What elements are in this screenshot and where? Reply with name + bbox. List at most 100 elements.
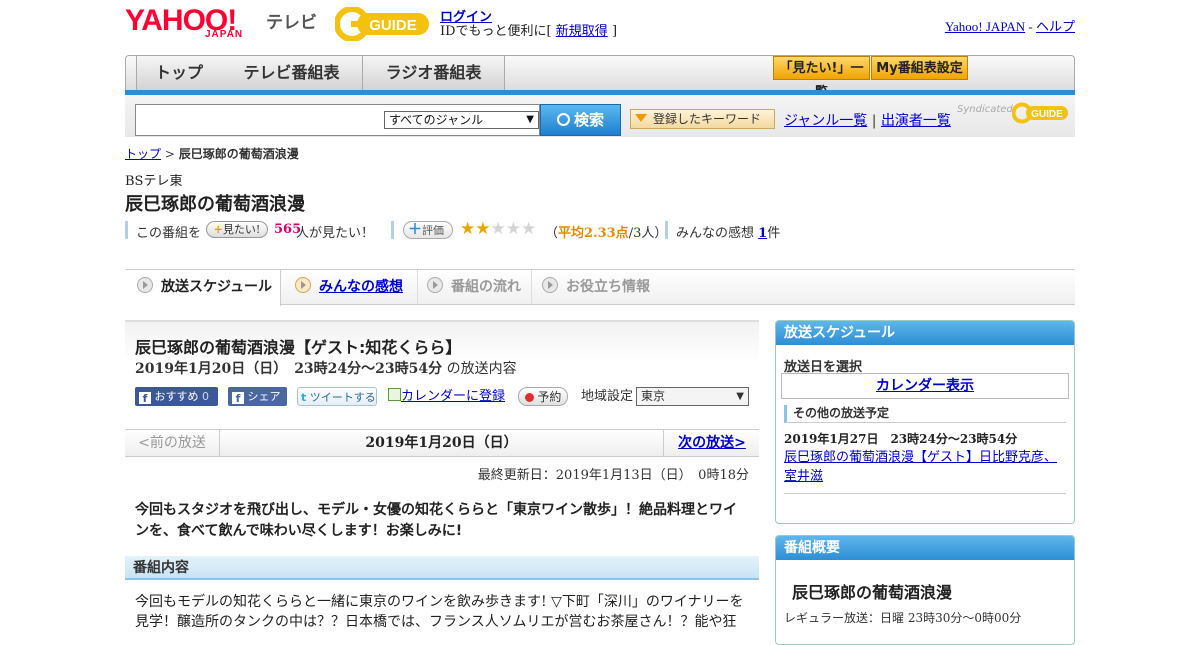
registered-keyword-button[interactable]: 登録したキーワード [630,109,775,129]
facebook-share-button[interactable]: f シェア [228,387,287,406]
star-icon: ★ [460,219,476,239]
help-link[interactable]: ヘルプ [1036,19,1075,34]
channel-name: BSテレ東 [125,174,183,189]
stats-divider [125,221,128,239]
header-separator: - [1028,19,1033,34]
syndicated-gguide-logo: GUIDE [1011,102,1068,124]
facebook-recommend-button[interactable]: f おすすめ 0 [135,387,218,406]
signup-link[interactable]: 新規取得 [556,24,608,39]
overview-regular-broadcast: レギュラー放送：日曜 23時30分～0時00分 [784,611,1022,625]
search-button-label: 検索 [573,111,604,129]
episode-date-suffix: の放送内容 [446,361,517,377]
rating-stars: ★★★★★ [460,221,536,238]
genre-select-value: すべてのジャンル [389,113,484,127]
tab-broadcast-schedule[interactable]: 放送スケジュール [125,270,281,306]
breadcrumb-current: 辰巳琢郎の葡萄酒浪漫 [178,147,299,161]
rating-button[interactable]: ＋評価 [403,221,453,239]
star-icon: ★ [521,219,537,239]
tab-broadcast-schedule-label: 放送スケジュール [161,279,273,295]
genre-select[interactable]: すべてのジャンル ▼ [384,111,539,129]
mitai-button[interactable]: +見たい! [206,221,268,238]
tab-useful-info: お役立ち情報 [542,270,672,304]
program-stats: この番組を +見たい! 565 人が見たい！ ＋評価 ★★★★★ （平均2.33… [125,221,825,241]
performer-list-link[interactable]: 出演者一覧 [881,113,951,129]
links-divider: | [871,113,877,129]
star-icon: ★ [490,219,506,239]
mitai-button-label: 見たい! [222,223,261,236]
twitter-icon: t [301,391,307,404]
login-subtext: IDでもっと便利に[ 新規取得 ] [440,20,617,39]
chevron-down-icon [137,277,153,293]
search-icon [556,113,570,126]
play-icon [427,277,443,293]
schedule-panel: 放送スケジュール 放送日を選択 カレンダー表示 その他の放送予定 2019年1月… [775,320,1075,524]
share-label: シェア [247,390,281,403]
overview-panel-title: 番組概要 [776,536,1074,560]
tab-program-flow-label: 番組の流れ [451,279,521,295]
reserve-button[interactable]: 予約 [518,387,568,406]
page-title: 辰巳琢郎の葡萄酒浪漫 [125,194,305,215]
facebook-icon: f [139,392,151,405]
next-broadcast-link[interactable]: 次の放送> [663,430,760,456]
login-sub-suffix: ] [611,24,618,39]
overview-panel: 番組概要 辰巳琢郎の葡萄酒浪漫 レギュラー放送：日曜 23時30分～0時00分 [775,535,1075,645]
tab-tv-schedule[interactable]: テレビ番組表 [221,56,363,90]
overview-program-name: 辰巳琢郎の葡萄酒浪漫 [792,583,953,602]
syndicated-label: Syndicated [957,104,1013,115]
rating-button-label: 評価 [422,224,444,237]
breadcrumb-top-link[interactable]: トップ [125,147,161,161]
tab-program-flow: 番組の流れ [427,270,532,304]
other-broadcasts-label: その他の放送予定 [784,405,1066,423]
tab-impressions[interactable]: みんなの感想 [295,270,418,304]
episode-date: 2019年1月20日（日） 23時24分～23時54分 の放送内容 [135,358,517,378]
yahoo-japan-link[interactable]: Yahoo! JAPAN [945,19,1025,34]
plus-icon: + [213,223,223,236]
rating-summary: （平均2.33点/3人） [545,222,667,241]
chevron-down-icon: ▼ [736,391,744,402]
tab-radio-schedule[interactable]: ラジオ番組表 [363,56,505,90]
yahoo-japan-logo-sub: JAPAN [205,29,244,40]
tab-useful-info-label: お役立ち情報 [566,279,650,295]
episode-summary: 今回もスタジオを飛び出し、モデル・女優の知花くららと「東京ワイン散歩」！絶品料理… [135,502,737,539]
tab-top[interactable]: トップ [136,56,222,90]
last-updated: 最終更新日：2019年1月13日（日） 0時18分 [477,468,749,483]
syndicated-logo-text: GUIDE [1031,109,1063,120]
pager-current-date: 2019年1月20日（日） [365,435,518,451]
chevron-down-icon: ▼ [526,114,534,125]
login-sub-prefix: IDでもっと便利に[ [440,24,552,39]
region-label: 地域設定 [581,389,634,404]
genre-list-link[interactable]: ジャンル一覧 [784,113,867,129]
recommend-count: 0 [202,390,209,403]
gguide-logo-text: GUIDE [369,17,417,34]
program-content-heading: 番組内容 [125,556,759,580]
play-icon [295,277,311,293]
tweet-button[interactable]: t ツイートする [297,387,377,406]
my-schedule-button[interactable]: My番組表設定 [871,56,968,80]
episode-title: 辰巳琢郎の葡萄酒浪漫【ゲスト:知花くらら】 [135,338,462,357]
top-right-links: Yahoo! JAPAN - ヘルプ [945,16,1075,35]
schedule-divider [784,493,1066,494]
search-button[interactable]: 検索 [540,104,621,136]
tab-impressions-label: みんなの感想 [319,279,403,295]
rating-count: /3人） [628,226,668,241]
region-select[interactable]: 東京 ▼ [636,387,749,406]
episode-datetime: 2019年1月20日（日） 23時24分～23時54分 [135,361,443,377]
calendar-icon [388,388,401,401]
stats-divider [665,221,668,239]
star-icon: ★ [505,219,521,239]
mitai-prefix: この番組を [136,226,202,241]
region-select-value: 東京 [641,389,666,403]
tv-logo[interactable]: テレビ [266,8,317,33]
breadcrumb-separator: > [164,147,175,161]
calendar-display-link[interactable]: カレンダー表示 [781,373,1069,399]
recommend-label: おすすめ [154,390,199,403]
breadcrumb: トップ > 辰巳琢郎の葡萄酒浪漫 [125,145,299,162]
other-broadcast-date: 2019年1月27日 23時24分～23時54分 [784,432,1018,446]
calendar-register-link[interactable]: カレンダーに登録 [401,389,505,404]
mitai-suffix: 人が見たい！ [296,226,375,241]
program-subtabs: 放送スケジュール みんなの感想 番組の流れ お役立ち情報 [125,269,1075,306]
mitai-list-button[interactable]: 「見たい!」一覧 [773,56,870,100]
calendar-register[interactable]: カレンダーに登録 [388,387,505,406]
other-broadcast-link[interactable]: 辰巳琢郎の葡萄酒浪漫【ゲスト】日比野克彦、室井滋 [784,448,1064,486]
impressions-count-link[interactable]: 1 [758,226,767,241]
